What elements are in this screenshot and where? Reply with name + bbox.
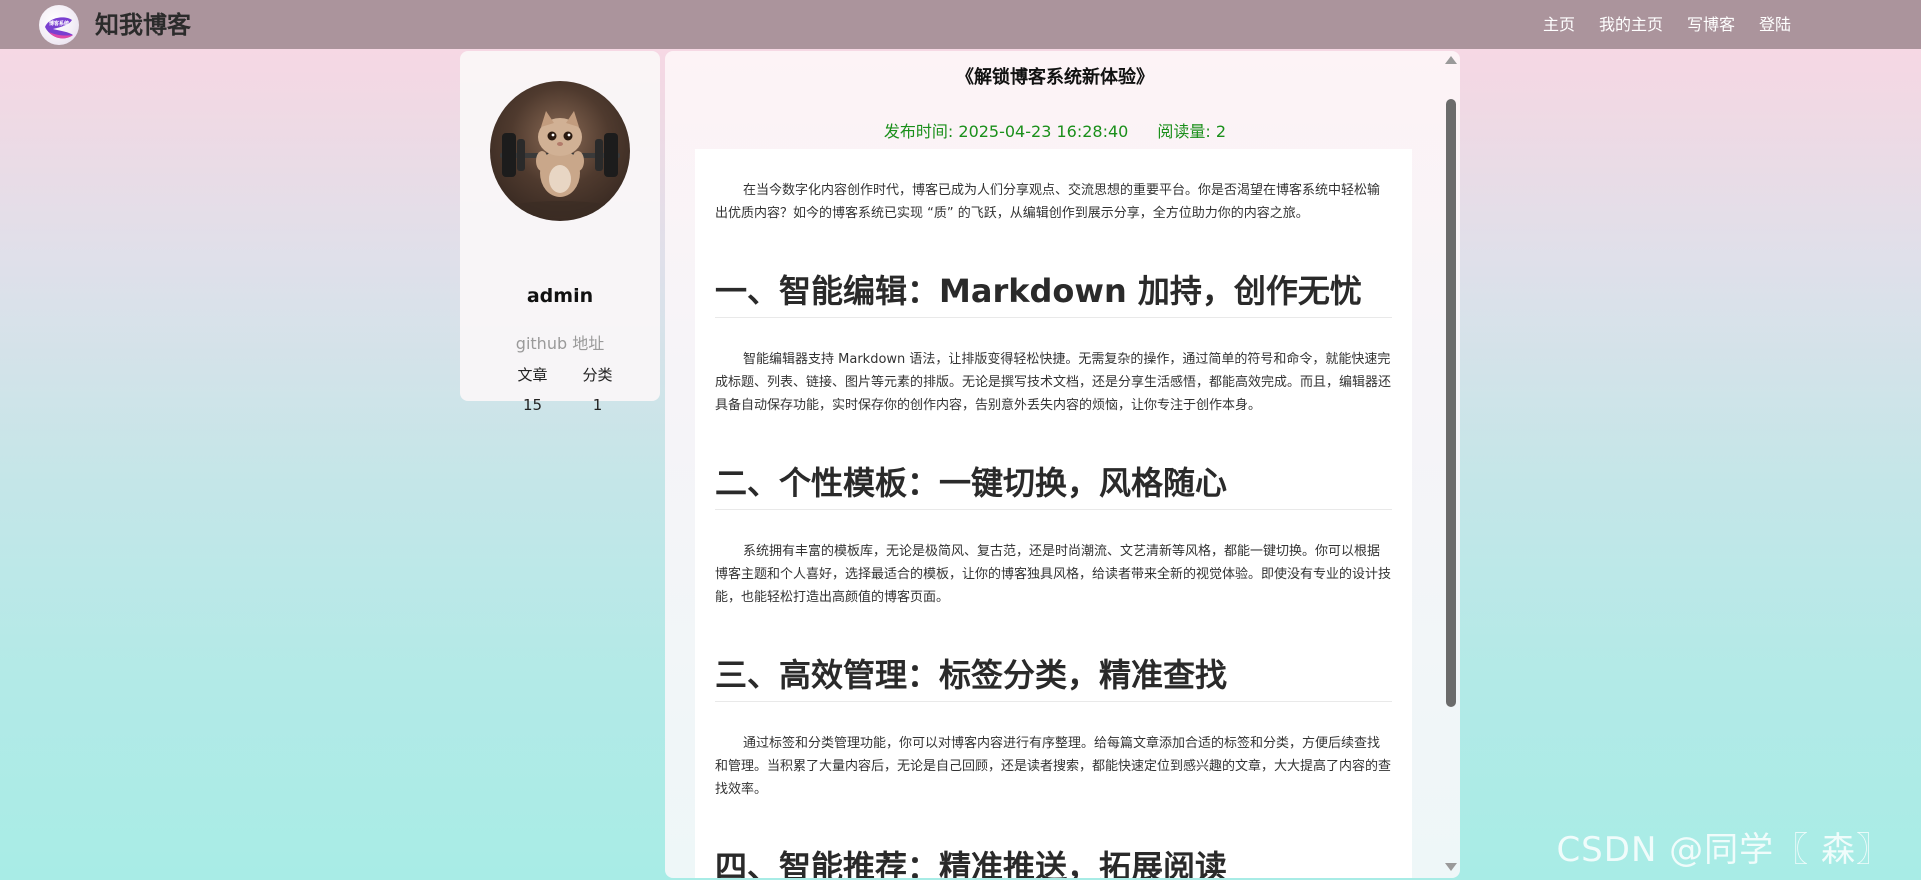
section-paragraph: 通过标签和分类管理功能，你可以对博客内容进行有序整理。给每篇文章添加合适的标签和… (715, 736, 1392, 797)
article-meta: 发布时间: 2025-04-23 16:28:40 阅读量: 2 (665, 118, 1445, 142)
article-panel: 《解锁博客系统新体验》 发布时间: 2025-04-23 16:28:40 阅读… (665, 51, 1460, 878)
scroll-up-arrow-icon[interactable] (1445, 56, 1457, 64)
logo-caption: 博客系统 (48, 21, 69, 27)
nav-links: 主页 我的主页 写博客 登陆 (1543, 14, 1791, 36)
article-content: 在当今数字化内容创作时代，博客已成为人们分享观点、交流思想的重要平台。你是否渴望… (695, 149, 1412, 878)
section-heading: 二、个性模板：一键切换，风格随心 (715, 463, 1392, 510)
article-scrollbar[interactable] (1443, 51, 1460, 878)
section-heading: 一、智能编辑：Markdown 加持，创作无忧 (715, 271, 1392, 318)
categories-label: 分类 (582, 366, 613, 384)
nav-my-home-link[interactable]: 我的主页 (1599, 14, 1663, 36)
articles-label: 文章 (517, 366, 548, 384)
article-intro-paragraph: 在当今数字化内容创作时代，博客已成为人们分享观点、交流思想的重要平台。你是否渴望… (715, 183, 1381, 221)
github-link[interactable]: github 地址 (460, 330, 660, 354)
username: admin (526, 285, 594, 307)
top-navbar: 博客系统 知我博客 主页 我的主页 写博客 登陆 (0, 0, 1921, 49)
author-profile-card: admin github 地址 文章 分类 15 1 (460, 51, 660, 414)
section-paragraph: 系统拥有丰富的模板库，无论是极简风、复古范，还是时尚潮流、文艺清新等风格，都能一… (715, 544, 1392, 605)
scrollbar-thumb[interactable] (1446, 99, 1456, 707)
section-heading: 四、智能推荐：精准推送，拓展阅读 (715, 847, 1392, 878)
categories-count: 1 (592, 396, 603, 414)
read-count: 阅读量: 2 (1157, 122, 1227, 141)
csdn-watermark: CSDN @同学〖 森〗 (1556, 830, 1891, 870)
nav-login-link[interactable]: 登陆 (1759, 14, 1791, 36)
articles-count: 15 (522, 396, 543, 414)
publish-time: 发布时间: 2025-04-23 16:28:40 (883, 122, 1129, 141)
section-heading: 三、高效管理：标签分类，精准查找 (715, 655, 1392, 702)
nav-write-blog-link[interactable]: 写博客 (1687, 14, 1735, 36)
site-brand-title[interactable]: 知我博客 (95, 10, 191, 40)
avatar (490, 81, 630, 221)
article-title: 《解锁博客系统新体验》 (956, 67, 1154, 88)
nav-home-link[interactable]: 主页 (1543, 14, 1575, 36)
scroll-down-arrow-icon[interactable] (1445, 863, 1457, 871)
profile-stats: 文章 分类 15 1 (500, 366, 630, 414)
section-paragraph: 智能编辑器支持 Markdown 语法，让排版变得轻松快捷。无需复杂的操作，通过… (715, 352, 1392, 413)
site-logo-icon[interactable]: 博客系统 (39, 5, 79, 45)
